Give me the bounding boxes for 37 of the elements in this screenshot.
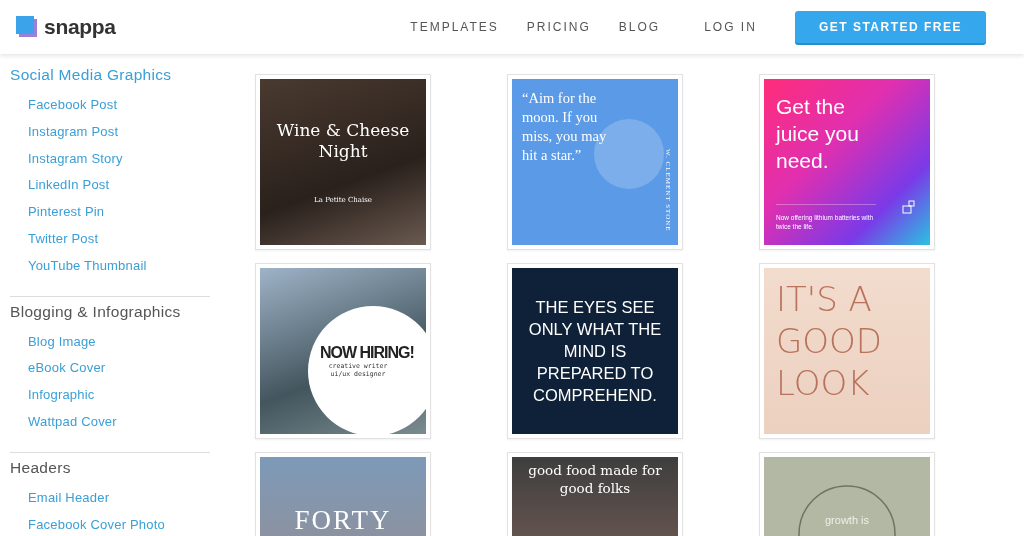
category-heading[interactable]: Social Media Graphics xyxy=(10,64,210,86)
template-card[interactable]: growth is xyxy=(759,452,935,536)
sidebar-link[interactable]: Wattpad Cover xyxy=(28,408,210,436)
sidebar-link[interactable]: Blog Image xyxy=(28,328,210,356)
get-started-button[interactable]: GET STARTED FREE xyxy=(794,11,986,43)
design-headline: growth is xyxy=(825,514,869,526)
sidebar-link[interactable]: Facebook Cover Photo xyxy=(28,511,210,536)
sidebar-link[interactable]: YouTube Thumbnail xyxy=(28,252,210,280)
logo-icon[interactable] xyxy=(16,16,38,38)
design-headline: Get the juice you need. xyxy=(776,94,860,174)
category-heading[interactable]: Headers xyxy=(10,456,210,479)
design-headline: Wine & Cheese Night xyxy=(275,120,411,162)
sidebar-link[interactable]: eBook Cover xyxy=(28,355,210,383)
template-card[interactable]: FORTY xyxy=(255,452,431,536)
sidebar-link[interactable]: Instagram Story xyxy=(28,145,210,173)
sidebar-link[interactable]: Instagram Post xyxy=(28,118,210,146)
template-card[interactable]: IT'S A GOOD LOOK xyxy=(759,263,935,439)
nav-link[interactable]: BLOG xyxy=(618,20,661,34)
sidebar-link[interactable]: LinkedIn Post xyxy=(28,172,210,200)
design-headline: IT'S A GOOD LOOK xyxy=(776,278,884,404)
logo-text[interactable]: snappa xyxy=(44,15,116,39)
login-link[interactable]: LOG IN xyxy=(704,20,757,34)
sidebar-link[interactable]: Pinterest Pin xyxy=(28,199,210,226)
sidebar-link[interactable]: Infographic xyxy=(28,382,210,409)
template-card[interactable]: THE EYES SEE ONLY WHAT THE MIND IS PREPARED TO COMPREHEND. xyxy=(507,263,683,439)
design-headline: NOW HIRING! xyxy=(320,344,414,362)
design-headline: THE EYES SEE ONLY WHAT THE MIND IS PREPARED TO COMPREHEND. xyxy=(527,297,663,406)
category-heading[interactable]: Blogging & Infographics xyxy=(10,300,210,323)
sidebar-link[interactable]: Email Header xyxy=(28,484,210,512)
sidebar-link[interactable]: Twitter Post xyxy=(28,226,210,253)
design-headline: good food made for good folks xyxy=(527,461,663,497)
nav-link[interactable]: TEMPLATES xyxy=(410,20,499,34)
design-headline: FORTY xyxy=(294,505,392,536)
nav-link[interactable]: PRICING xyxy=(526,20,591,34)
template-card[interactable]: good food made for good folks xyxy=(507,452,683,536)
design-headline: “Aim for the moon. If you miss, you may hit a star.” xyxy=(522,89,608,165)
sidebar-link[interactable]: Facebook Post xyxy=(28,92,210,119)
